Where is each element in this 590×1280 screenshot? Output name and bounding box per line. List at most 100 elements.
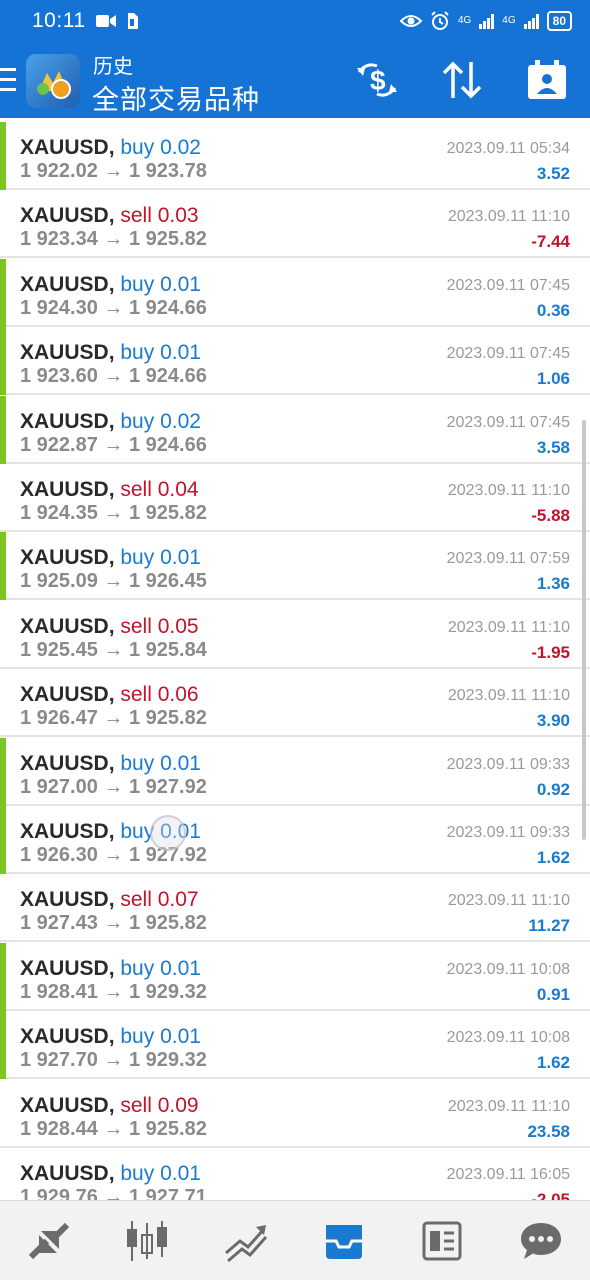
sort-icon[interactable] xyxy=(440,60,484,100)
trade-time: 2023.09.11 11:10 xyxy=(447,618,570,636)
svg-text:$: $ xyxy=(370,65,386,96)
logo-icon xyxy=(37,71,71,99)
trade-symbol: XAUUSD xyxy=(20,1025,109,1049)
trade-row[interactable]: XAUUSD, buy 0.02 1 922.02 → 1 923.78 2023.… xyxy=(0,122,590,190)
trade-history-list[interactable]: XAUUSD, buy 0.02 1 922.02 → 1 923.78 2023.… xyxy=(0,118,590,1200)
trade-separator: , xyxy=(108,341,115,365)
buy-indicator xyxy=(0,395,6,464)
trade-row[interactable]: XAUUSD, buy 0.01 1 927.70 → 1 929.32 2023.… xyxy=(0,1011,590,1080)
trade-symbol: XAUUSD xyxy=(20,136,109,159)
trade-symbol: XAUUSD xyxy=(20,683,109,707)
trade-row[interactable]: XAUUSD, buy 0.02 1 922.87 → 1 924.66 2023.… xyxy=(0,395,590,464)
nav-history[interactable] xyxy=(314,1211,374,1271)
network-type-2: 4G xyxy=(502,15,516,26)
eye-icon xyxy=(399,15,422,27)
app-logo[interactable] xyxy=(26,54,80,108)
trade-symbol: XAUUSD xyxy=(20,956,109,980)
trade-time: 2023.09.11 09:33 xyxy=(446,824,570,841)
trade-symbol: XAUUSD xyxy=(20,820,109,843)
trade-prices: 1 928.44 → 1 925.82 xyxy=(20,1117,207,1140)
trade-profit: 0.91 xyxy=(536,984,570,1004)
trade-row[interactable]: XAUUSD, buy 0.01 1 926.30 → 1 927.92 2023.… xyxy=(0,806,590,874)
trade-side: buy 0.01 xyxy=(120,1162,201,1185)
trade-row[interactable]: XAUUSD, sell 0.05 1 925.45 → 1 925.84 2023… xyxy=(0,601,590,669)
buy-indicator xyxy=(0,737,6,806)
trade-separator: , xyxy=(108,478,115,501)
trade-time: 2023.09.11 07:59 xyxy=(446,550,570,568)
trade-time: 2023.09.11 07:45 xyxy=(446,413,570,431)
trade-profit: 1.06 xyxy=(536,369,570,389)
nav-news[interactable] xyxy=(412,1211,472,1271)
trade-row[interactable]: XAUUSD, sell 0.09 1 928.44 → 1 925.82 2023… xyxy=(0,1080,590,1148)
trade-side: buy 0.01 xyxy=(120,1025,201,1049)
trade-header: XAUUSD, buy 0.01 xyxy=(20,752,201,776)
trade-header: XAUUSD, buy 0.01 xyxy=(20,957,201,981)
trade-time: 2023.09.11 07:45 xyxy=(446,276,570,294)
trade-row[interactable]: XAUUSD, buy 0.01 1 927.00 → 1 927.92 2023.… xyxy=(0,737,590,806)
trade-separator: , xyxy=(108,1025,115,1049)
trade-side: sell 0.09 xyxy=(120,1093,199,1117)
trade-symbol: XAUUSD xyxy=(20,546,109,570)
nav-trade[interactable] xyxy=(216,1211,276,1271)
trade-side: sell 0.04 xyxy=(120,478,199,501)
trade-header: XAUUSD, sell 0.09 xyxy=(20,1094,199,1118)
trade-separator: , xyxy=(108,751,115,775)
trade-time: 2023.09.11 11:10 xyxy=(447,482,570,499)
trade-separator: , xyxy=(108,614,115,638)
video-icon xyxy=(95,15,116,27)
trade-separator: , xyxy=(108,1162,115,1185)
trade-separator: , xyxy=(108,1093,115,1117)
trade-time: 2023.09.11 10:08 xyxy=(446,960,570,978)
nav-chat[interactable] xyxy=(511,1211,571,1271)
nav-chart[interactable] xyxy=(117,1211,177,1271)
trade-header: XAUUSD, sell 0.03 xyxy=(20,204,199,228)
trade-profit: 0.36 xyxy=(536,300,570,320)
news-icon xyxy=(422,1221,462,1260)
trade-side: sell 0.05 xyxy=(120,614,199,638)
quotes-icon xyxy=(29,1222,70,1259)
trade-header: XAUUSD, buy 0.01 xyxy=(20,546,201,570)
trade-row[interactable]: XAUUSD, buy 0.01 1 923.60 → 1 924.66 2023.… xyxy=(0,327,590,396)
trade-time: 2023.09.11 07:45 xyxy=(446,345,570,363)
trade-row[interactable]: XAUUSD, sell 0.04 1 924.35 → 1 925.82 2023… xyxy=(0,464,590,532)
trade-profit: -1.95 xyxy=(531,642,570,662)
trade-header: XAUUSD, sell 0.07 xyxy=(20,888,199,912)
trade-profit: 1.62 xyxy=(536,848,570,867)
trade-header: XAUUSD, buy 0.02 xyxy=(20,136,201,160)
trade-separator: , xyxy=(108,820,115,843)
scrollbar[interactable] xyxy=(582,420,586,840)
trade-symbol: XAUUSD xyxy=(20,751,109,775)
trade-row[interactable]: XAUUSD, buy 0.01 1 928.41 → 1 929.32 2023.… xyxy=(0,942,590,1011)
signal-icon-1 xyxy=(479,13,495,29)
trade-profit: 0.92 xyxy=(536,779,570,799)
trade-side: buy 0.01 xyxy=(120,272,201,296)
trade-prices: 1 926.47 → 1 925.82 xyxy=(20,707,207,730)
trade-separator: , xyxy=(108,683,115,707)
trade-prices: 1 923.34 → 1 925.82 xyxy=(20,228,207,251)
trade-symbol: XAUUSD xyxy=(20,204,109,228)
menu-button[interactable] xyxy=(0,68,18,94)
trade-row[interactable]: XAUUSD, sell 0.06 1 926.47 → 1 925.82 2023… xyxy=(0,669,590,738)
trade-row[interactable]: XAUUSD, buy 0.01 1 929.76 → 1 927.71 2023.… xyxy=(0,1148,590,1200)
trade-row[interactable]: XAUUSD, buy 0.01 1 924.30 → 1 924.66 2023.… xyxy=(0,258,590,327)
calendar-icon[interactable] xyxy=(526,60,568,100)
trade-row[interactable]: XAUUSD, sell 0.03 1 923.34 → 1 925.82 2023… xyxy=(0,190,590,259)
trade-prices: 1 925.09 → 1 926.45 xyxy=(20,570,207,593)
trade-header: XAUUSD, sell 0.05 xyxy=(20,615,199,639)
trend-icon xyxy=(224,1224,267,1262)
trade-side: buy 0.01 xyxy=(120,546,201,570)
trade-row[interactable]: XAUUSD, sell 0.07 1 927.43 → 1 925.82 2023… xyxy=(0,874,590,943)
currency-exchange-icon[interactable]: $ xyxy=(355,60,399,100)
trade-separator: , xyxy=(108,272,115,296)
trade-prices: 1 926.30 → 1 927.92 xyxy=(20,844,207,866)
trade-time: 2023.09.11 09:33 xyxy=(446,755,570,773)
trade-profit: 1.36 xyxy=(536,574,570,594)
page-title[interactable]: 全部交易品种 xyxy=(92,78,260,117)
trade-header: XAUUSD, sell 0.04 xyxy=(20,478,199,502)
trade-time: 2023.09.11 05:34 xyxy=(446,140,570,157)
trade-side: sell 0.07 xyxy=(120,888,199,912)
trade-side: buy 0.02 xyxy=(120,409,201,433)
trade-row[interactable]: XAUUSD, buy 0.01 1 925.09 → 1 926.45 2023.… xyxy=(0,532,590,601)
nav-quotes[interactable] xyxy=(19,1211,79,1271)
trade-profit: -2.05 xyxy=(531,1190,570,1200)
